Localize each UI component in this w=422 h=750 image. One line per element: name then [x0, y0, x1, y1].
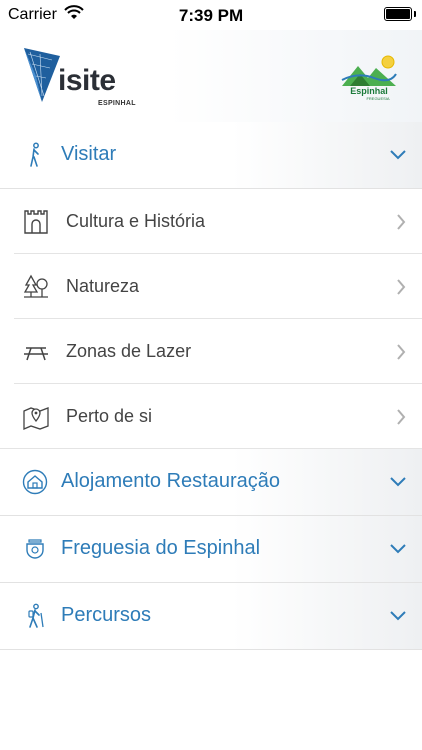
- battery-icon: [384, 7, 416, 21]
- chevron-right-icon: [397, 409, 406, 425]
- logo-word: isite: [58, 64, 116, 97]
- menu-section-label: Alojamento Restauração: [61, 470, 281, 492]
- menu-section-percursos[interactable]: Percursos: [0, 583, 422, 650]
- trees-icon: [23, 274, 48, 298]
- submenu-item-label: Perto de si: [66, 406, 153, 426]
- submenu-item-perto-de-si[interactable]: Perto de si: [0, 384, 422, 449]
- clock: 7:39 PM: [178, 6, 244, 25]
- chevron-right-icon: [397, 279, 406, 295]
- submenu-item-zonas-lazer[interactable]: Zonas de Lazer: [0, 319, 422, 384]
- map-pin-icon: [23, 407, 49, 430]
- menu-section-label: Percursos: [61, 604, 152, 626]
- menu-section-visitar[interactable]: Visitar: [0, 122, 422, 189]
- menu-section-label: Freguesia do Espinhal: [61, 537, 261, 559]
- chevron-right-icon: [397, 214, 406, 230]
- espinhal-freguesia-logo: Espinhal FREGUESIA: [338, 52, 400, 102]
- app-header: isite ESPINHAL Espinhal FREGUESIA: [0, 30, 422, 122]
- submenu-item-label: Natureza: [66, 276, 140, 296]
- hiker-icon: [28, 603, 44, 628]
- submenu-item-cultura[interactable]: Cultura e História: [0, 189, 422, 254]
- status-bar: Carrier 7:39 PM: [0, 0, 422, 30]
- menu-section-label: Visitar: [61, 143, 117, 165]
- menu-section-freguesia[interactable]: Freguesia do Espinhal: [0, 516, 422, 583]
- castle-gate-icon: [24, 210, 48, 234]
- chevron-right-icon: [397, 344, 406, 360]
- partner-logo-sublabel: FREGUESIA: [366, 96, 389, 101]
- chevron-down-icon: [390, 544, 406, 554]
- menu-section-alojamento[interactable]: Alojamento Restauração: [0, 449, 422, 516]
- chevron-down-icon: [390, 150, 406, 160]
- submenu-item-label: Cultura e História: [66, 211, 206, 231]
- submenu-item-natureza[interactable]: Natureza: [0, 254, 422, 319]
- house-icon: [22, 469, 48, 495]
- chevron-down-icon: [390, 477, 406, 487]
- visite-logo[interactable]: isite ESPINHAL: [22, 46, 136, 110]
- coat-of-arms-icon: [26, 539, 44, 559]
- main-menu: Visitar Cultura e História Natureza Zona…: [0, 122, 422, 650]
- chevron-down-icon: [390, 611, 406, 621]
- walking-person-icon: [30, 142, 39, 167]
- visite-v-icon: [24, 48, 60, 102]
- logo-subtext: ESPINHAL: [98, 100, 136, 107]
- submenu-item-label: Zonas de Lazer: [66, 341, 192, 361]
- partner-logo-label: Espinhal: [350, 86, 388, 96]
- picnic-table-icon: [24, 347, 48, 361]
